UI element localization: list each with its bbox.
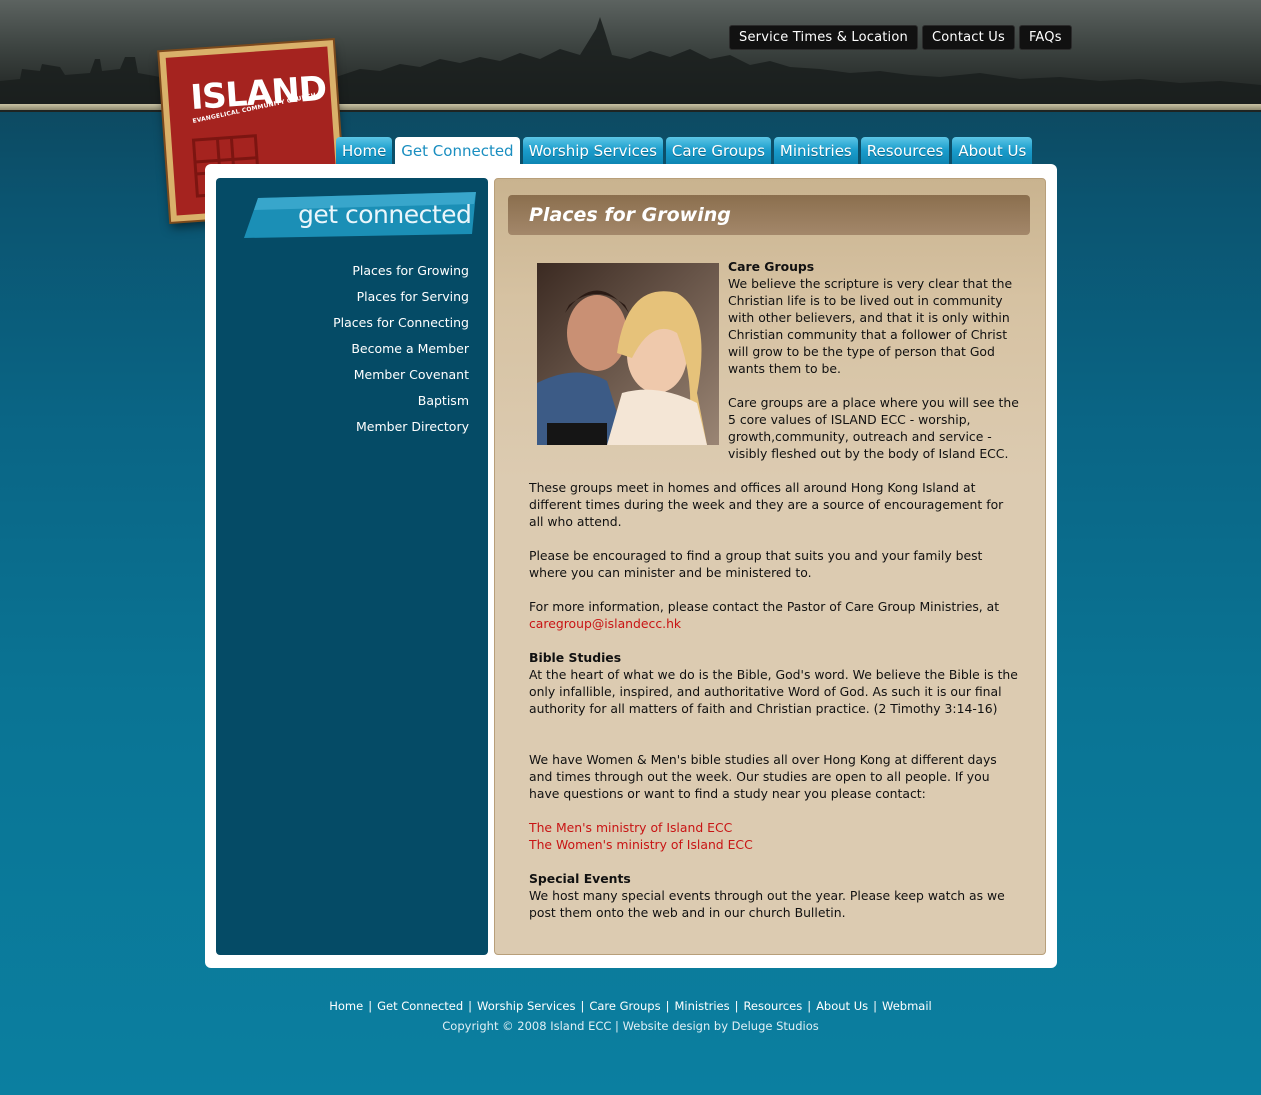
special-events-heading: Special Events (529, 871, 631, 886)
main-nav: Home Get Connected Worship Services Care… (336, 137, 1033, 165)
care-groups-p3-block: These groups meet in homes and offices a… (529, 479, 1019, 530)
sidebar-nav: Places for Growing Places for Serving Pl… (216, 262, 469, 444)
footer-link-ministries[interactable]: Ministries (674, 999, 729, 1013)
faqs-link[interactable]: FAQs (1018, 25, 1072, 50)
sidebar-item-member-directory[interactable]: Member Directory (216, 418, 469, 444)
womens-ministry-link[interactable]: The Women's ministry of Island ECC (529, 837, 753, 852)
copyright: Copyright © 2008 Island ECC | Website de… (442, 1019, 819, 1033)
sidebar-item-places-for-serving[interactable]: Places for Serving (216, 288, 469, 314)
footer-nav: Home | Get Connected | Worship Services | Care… (329, 999, 932, 1013)
tab-resources[interactable]: Resources (860, 137, 950, 164)
top-links: Service Times & Location Contact Us FAQs (729, 25, 1072, 50)
footer-link-home[interactable]: Home (329, 999, 363, 1013)
care-groups-intro: Care Groups We believe the scripture is … (728, 258, 1028, 377)
sidebar-item-become-a-member[interactable]: Become a Member (216, 340, 469, 366)
care-groups-p3: These groups meet in homes and offices a… (529, 480, 1004, 529)
sidebar-item-places-for-growing[interactable]: Places for Growing (216, 262, 469, 288)
bible-studies-p2-block: We have Women & Men's bible studies all … (529, 751, 1019, 802)
contact-us-link[interactable]: Contact Us (921, 25, 1015, 50)
care-groups-p4: Please be encouraged to find a group tha… (529, 548, 983, 580)
sidebar-banner: get connected (244, 190, 478, 242)
tab-care-groups[interactable]: Care Groups (665, 137, 771, 164)
footer-link-worship-services[interactable]: Worship Services (477, 999, 575, 1013)
care-groups-p2: Care groups are a place where you will s… (728, 395, 1019, 461)
special-events-p1: We host many special events through out … (529, 888, 1005, 920)
mens-ministry-link[interactable]: The Men's ministry of Island ECC (529, 820, 732, 835)
bible-studies-block: Bible Studies At the heart of what we do… (529, 649, 1019, 717)
page-title: Places for Growing (529, 204, 731, 226)
care-groups-p1: We believe the scripture is very clear t… (728, 276, 1013, 376)
bible-studies-p1: At the heart of what we do is the Bible,… (529, 667, 1018, 716)
footer-link-care-groups[interactable]: Care Groups (589, 999, 660, 1013)
footer-link-get-connected[interactable]: Get Connected (377, 999, 463, 1013)
sidebar-item-places-for-connecting[interactable]: Places for Connecting (216, 314, 469, 340)
tab-get-connected[interactable]: Get Connected (395, 137, 520, 165)
couple-photo (537, 263, 719, 445)
bible-studies-p2: We have Women & Men's bible studies all … (529, 752, 997, 801)
service-times-link[interactable]: Service Times & Location (729, 25, 918, 50)
caregroup-email-link[interactable]: caregroup@islandecc.hk (529, 616, 681, 631)
tab-worship-services[interactable]: Worship Services (522, 137, 663, 164)
sidebar-banner-title: get connected (298, 200, 472, 229)
ministry-links: The Men's ministry of Island ECC The Wom… (529, 819, 1019, 853)
tab-ministries[interactable]: Ministries (773, 137, 858, 164)
bible-studies-heading: Bible Studies (529, 650, 622, 665)
tab-home[interactable]: Home (336, 137, 393, 164)
sidebar-item-baptism[interactable]: Baptism (216, 392, 469, 418)
care-groups-p5: For more information, please contact the… (529, 599, 1000, 614)
special-events-block: Special Events We host many special even… (529, 870, 1019, 921)
footer-link-webmail[interactable]: Webmail (882, 999, 932, 1013)
footer-link-about-us[interactable]: About Us (816, 999, 868, 1013)
sidebar-item-member-covenant[interactable]: Member Covenant (216, 366, 469, 392)
care-groups-p4-block: Please be encouraged to find a group tha… (529, 547, 1019, 581)
footer-link-resources[interactable]: Resources (743, 999, 802, 1013)
care-groups-p5-block: For more information, please contact the… (529, 598, 1019, 632)
tab-about-us[interactable]: About Us (952, 137, 1033, 164)
care-groups-p2-block: Care groups are a place where you will s… (728, 394, 1028, 462)
content-title-bar: Places for Growing (508, 195, 1030, 235)
care-groups-heading: Care Groups (728, 259, 815, 274)
